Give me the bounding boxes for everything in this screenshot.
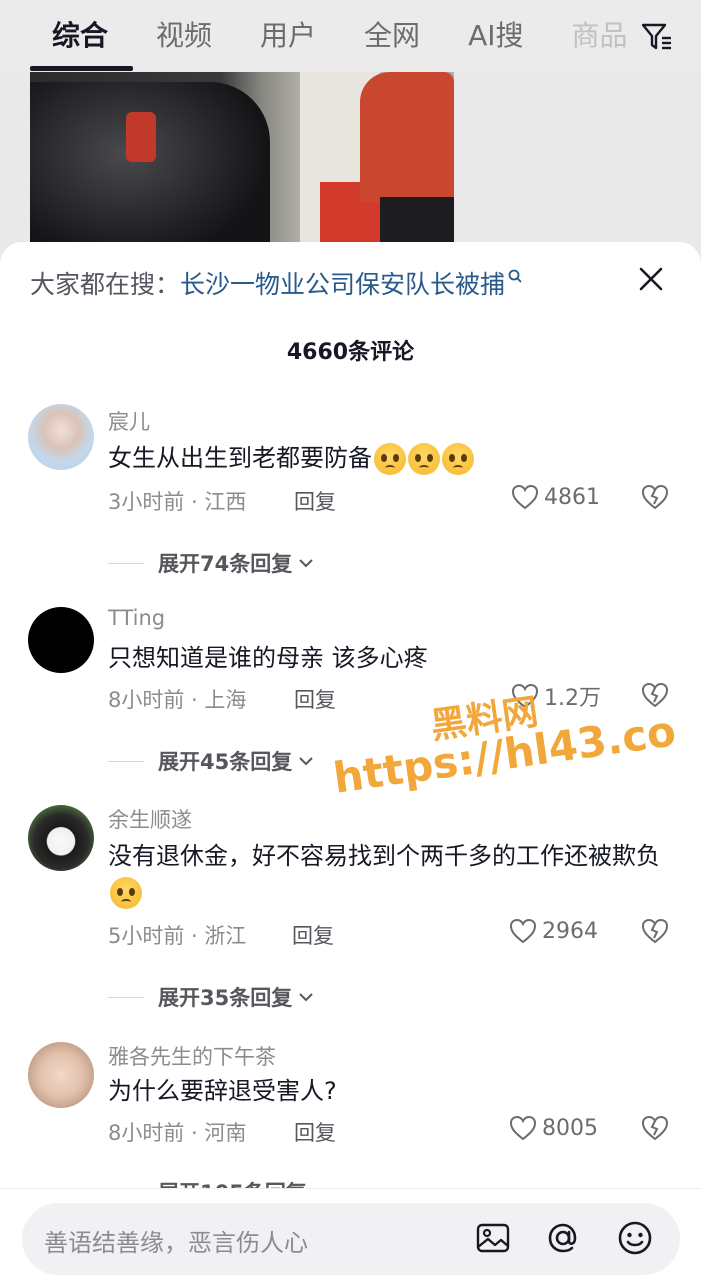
trending-search-hint[interactable]: 大家都在搜：长沙一物业公司保安队长被捕 [30, 268, 523, 302]
expand-replies-label: 展开45条回复 [158, 750, 293, 774]
comment-text-body: 没有退休金，好不容易找到个两千多的工作还被欺负 [108, 842, 660, 870]
comment-username[interactable]: 宸儿 [108, 406, 150, 436]
like-button[interactable]: 4861 [510, 482, 600, 512]
pleading-face-emoji-icon [110, 877, 142, 909]
comment-time-location: 8小时前 · 河南 [108, 1121, 247, 1145]
comment-username[interactable]: TTing [108, 606, 165, 630]
expand-replies-button[interactable]: 展开74条回复 [108, 548, 316, 578]
tab-list: 综合 视频 用户 全网 AI搜 商品 [52, 14, 676, 58]
expand-replies-button[interactable]: 展开45条回复 [108, 746, 316, 776]
tab-ai-search[interactable]: AI搜 [468, 14, 523, 58]
active-tab-indicator [30, 66, 133, 71]
crying-face-emoji-icon [442, 443, 474, 475]
image-icon[interactable] [474, 1219, 512, 1257]
broken-heart-icon[interactable] [640, 680, 670, 710]
heart-icon [509, 918, 537, 944]
comment-text: 为什么要辞退受害人? [108, 1077, 337, 1105]
crying-face-emoji-icon [408, 443, 440, 475]
comment-text: 没有退休金，好不容易找到个两千多的工作还被欺负 [108, 838, 668, 910]
avatar[interactable] [28, 607, 94, 673]
reply-button[interactable]: 回复 [294, 1117, 336, 1147]
comment-text-body: 女生从出生到老都要防备 [108, 444, 372, 472]
like-count: 2964 [542, 918, 598, 944]
heart-icon [511, 484, 539, 510]
comment-count: 4660条评论 [286, 340, 415, 365]
trending-search-link[interactable]: 长沙一物业公司保安队长被捕 [180, 270, 505, 299]
search-tab-bar: 综合 视频 用户 全网 AI搜 商品 [0, 0, 701, 72]
expand-replies-label: 展开74条回复 [158, 552, 293, 576]
expand-replies-button[interactable]: 展开35条回复 [108, 982, 316, 1012]
comment-time-location: 5小时前 · 浙江 [108, 924, 247, 948]
chevron-down-icon [299, 993, 313, 1002]
reply-button[interactable]: 回复 [292, 920, 334, 950]
trending-search-prefix: 大家都在搜： [30, 270, 181, 299]
heart-icon [509, 1115, 537, 1141]
broken-heart-icon[interactable] [640, 482, 670, 512]
comment-input[interactable]: 善语结善缘，恶言伤人心 [22, 1203, 680, 1275]
comment-input-bar: 善语结善缘，恶言伤人心 [0, 1188, 701, 1280]
tab-web[interactable]: 全网 [364, 14, 420, 58]
like-count: 8005 [542, 1115, 598, 1141]
broken-heart-icon[interactable] [640, 1113, 670, 1143]
comment-input-placeholder: 善语结善缘，恶言伤人心 [44, 1229, 308, 1257]
chevron-down-icon [299, 757, 313, 766]
tab-products[interactable]: 商品 [571, 14, 627, 58]
avatar[interactable] [28, 404, 94, 470]
emoji-icon[interactable] [616, 1219, 654, 1257]
expand-replies-label: 展开35条回复 [158, 986, 293, 1010]
comment-username[interactable]: 雅各先生的下午茶 [108, 1041, 276, 1071]
like-button[interactable]: 8005 [508, 1113, 598, 1143]
close-icon[interactable] [634, 262, 668, 296]
like-button[interactable]: 2964 [508, 916, 598, 946]
chevron-down-icon [299, 559, 313, 568]
like-count: 1.2万 [544, 686, 601, 711]
tab-video[interactable]: 视频 [156, 14, 212, 58]
reply-button[interactable]: 回复 [294, 684, 336, 714]
comment-text: 只想知道是谁的母亲 该多心疼 [108, 644, 428, 672]
filter-icon[interactable] [640, 20, 674, 54]
comment-time-location: 3小时前 · 江西 [108, 490, 247, 514]
comment-time-location: 8小时前 · 上海 [108, 688, 247, 712]
tab-users[interactable]: 用户 [260, 14, 316, 58]
crying-face-emoji-icon [374, 443, 406, 475]
comment-username[interactable]: 余生顺遂 [108, 804, 192, 834]
broken-heart-icon[interactable] [640, 916, 670, 946]
search-icon [508, 269, 522, 283]
avatar[interactable] [28, 805, 94, 871]
reply-button[interactable]: 回复 [294, 486, 336, 516]
at-mention-icon[interactable] [544, 1219, 582, 1257]
comment-text: 女生从出生到老都要防备 [108, 440, 668, 476]
video-thumbnail[interactable] [30, 72, 454, 252]
tab-comprehensive[interactable]: 综合 [52, 14, 108, 58]
like-count: 4861 [544, 484, 600, 510]
avatar[interactable] [28, 1042, 94, 1108]
